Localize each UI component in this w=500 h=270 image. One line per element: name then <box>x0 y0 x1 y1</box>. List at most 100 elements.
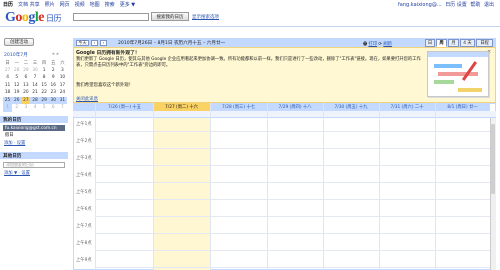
day-header-today[interactable]: 7/27 (周二) 十六 <box>153 103 210 111</box>
my-calendars-header[interactable]: 我的日历 <box>0 116 68 123</box>
mini-day[interactable]: 26 <box>12 96 22 104</box>
mini-day[interactable]: 13 <box>21 82 30 90</box>
day-header[interactable]: 7/28 (周三) 十七 <box>210 103 267 111</box>
nav-more[interactable]: 更多 ▼ <box>120 1 135 8</box>
week-grid <box>73 103 496 270</box>
mini-day[interactable]: 27 <box>3 67 12 75</box>
mini-day[interactable]: 24 <box>58 89 67 97</box>
add-friend-calendar-input[interactable]: 添加朋友的日历 <box>3 162 65 168</box>
tab-month[interactable]: 月 <box>448 39 459 47</box>
nav-video[interactable]: 视频 <box>75 1 85 8</box>
mini-calendar-title[interactable]: 2010年7月 <box>4 52 28 58</box>
my-calendars-links: 添加 · 设置 <box>4 140 25 146</box>
next-week-button[interactable]: › <box>100 39 107 46</box>
mini-day[interactable]: 9 <box>49 74 58 82</box>
tab-4days[interactable]: 4 天 <box>460 39 475 47</box>
nav-web[interactable]: 网页 <box>60 1 70 8</box>
mini-calendar: 日 一 二 三 四 五 六 27 28 29 30 1 2 3 4 5 6 7 … <box>3 59 67 112</box>
google-calendar-logo[interactable]: Google 日历 <box>5 10 62 26</box>
mini-day[interactable]: 19 <box>12 89 21 97</box>
account-email: fang.kaixiong@... <box>398 2 442 8</box>
day-header[interactable]: 7/31 (周六) 二十 <box>379 103 435 111</box>
mini-day[interactable]: 4 <box>30 104 39 112</box>
time-label: 上午6点 <box>76 207 92 212</box>
mini-day[interactable]: 5 <box>40 104 49 112</box>
tab-agenda[interactable]: 日程 <box>476 39 493 47</box>
mini-calendar-nav[interactable]: « » <box>52 52 59 57</box>
mini-day[interactable]: 1 <box>3 104 13 112</box>
mini-day[interactable]: 30 <box>48 96 58 104</box>
all-day-row[interactable] <box>73 111 496 118</box>
mini-day[interactable]: 11 <box>3 82 12 90</box>
mini-day[interactable]: 3 <box>21 104 30 112</box>
mini-day[interactable]: 14 <box>30 82 39 90</box>
mini-day[interactable]: 20 <box>21 89 30 97</box>
mini-day[interactable]: 7 <box>30 74 39 82</box>
pen-icon <box>461 61 478 81</box>
mini-day[interactable]: 28 <box>30 96 40 104</box>
mini-day[interactable]: 23 <box>49 89 58 97</box>
calendar-item-holidays[interactable]: 假日 <box>3 132 65 138</box>
calendar-item-primary[interactable]: fu.kaixiong@gst.com.cn <box>3 125 65 131</box>
signout-link[interactable]: 退出 <box>484 2 494 8</box>
logo-calendar-label: 日历 <box>46 14 62 23</box>
nav-calendar[interactable]: 日历 <box>3 1 13 8</box>
mini-day[interactable]: 15 <box>40 82 49 90</box>
weekday-header: 五 <box>51 60 56 66</box>
close-notice-link[interactable]: 关闭此讯息 <box>76 96 98 102</box>
other-calendars-add-settings[interactable]: 添加 ▼ · 设置 <box>4 171 30 176</box>
date-range: 2010年7月26日 – 8月1日 农历六月十五 – 六月廿一 <box>118 41 226 46</box>
nav-search[interactable]: 搜索 <box>105 1 115 8</box>
search-input[interactable] <box>73 13 149 21</box>
grid-scroll-thumb[interactable] <box>491 124 495 194</box>
day-header[interactable]: 7/26 (周一) 十五 <box>96 103 153 111</box>
day-header[interactable]: 8/1 (周日) 廿一 <box>435 103 490 111</box>
mini-day[interactable]: 8 <box>40 74 49 82</box>
mini-day[interactable]: 10 <box>58 74 67 82</box>
mini-day[interactable]: 3 <box>58 67 67 75</box>
mini-day[interactable]: 29 <box>39 96 49 104</box>
mini-day[interactable]: 2 <box>12 104 21 112</box>
mini-day-today[interactable]: 27 <box>21 96 31 104</box>
mini-day[interactable]: 30 <box>30 67 39 75</box>
mini-day[interactable]: 22 <box>40 89 49 97</box>
today-button[interactable]: 今天 <box>76 39 89 46</box>
weekday-header: 三 <box>32 60 38 66</box>
mini-day[interactable]: 12 <box>12 82 21 90</box>
nav-docs[interactable]: 文档 共享 <box>18 1 40 8</box>
mini-day[interactable]: 6 <box>21 74 30 82</box>
notice-illustration <box>427 51 489 97</box>
mini-day[interactable]: 5 <box>12 74 21 82</box>
mini-day[interactable]: 29 <box>21 67 30 75</box>
other-calendars-header[interactable]: 其他日历 <box>0 152 68 159</box>
time-label: 上午5点 <box>76 190 92 195</box>
mini-day[interactable]: 7 <box>58 104 67 112</box>
notice-question: 我们希望您喜欢这个新外观！ <box>76 83 134 88</box>
tab-day[interactable]: 日 <box>425 39 435 47</box>
notice-body: 我们更新了 Google 日历，使其与其他 Google 企业应用看起来更加协调… <box>76 57 421 68</box>
nav-maps[interactable]: 地图 <box>90 1 100 8</box>
create-event-button[interactable]: 创建活动 <box>4 38 34 46</box>
mini-day[interactable]: 31 <box>57 96 67 104</box>
mini-day[interactable]: 21 <box>30 89 39 97</box>
day-header[interactable]: 7/29 (周四) 十八 <box>267 103 323 111</box>
my-calendars-add-settings[interactable]: 添加 · 设置 <box>4 141 25 146</box>
mini-day[interactable]: 17 <box>58 82 67 90</box>
mini-day[interactable]: 6 <box>49 104 58 112</box>
tab-week[interactable]: 周 <box>436 39 447 47</box>
mini-day[interactable]: 28 <box>12 67 21 75</box>
help-link[interactable]: 帮助 <box>470 2 480 8</box>
search-options-link[interactable]: 显示搜索选项 <box>192 14 219 20</box>
prev-week-button[interactable]: ‹ <box>91 39 98 46</box>
nav-photos[interactable]: 照片 <box>45 1 55 8</box>
mini-day[interactable]: 16 <box>49 82 58 90</box>
mini-day[interactable]: 2 <box>49 67 58 75</box>
search-calendar-button[interactable]: 搜索我的日历 <box>151 12 189 21</box>
today-column[interactable] <box>153 118 210 270</box>
mini-day[interactable]: 4 <box>3 74 12 82</box>
day-header[interactable]: 7/30 (周五) 十九 <box>323 103 379 111</box>
mini-day[interactable]: 1 <box>40 67 49 75</box>
mini-day[interactable]: 25 <box>3 96 13 104</box>
settings-link[interactable]: 日历 设置 <box>445 2 467 8</box>
mini-day[interactable]: 18 <box>3 89 12 97</box>
